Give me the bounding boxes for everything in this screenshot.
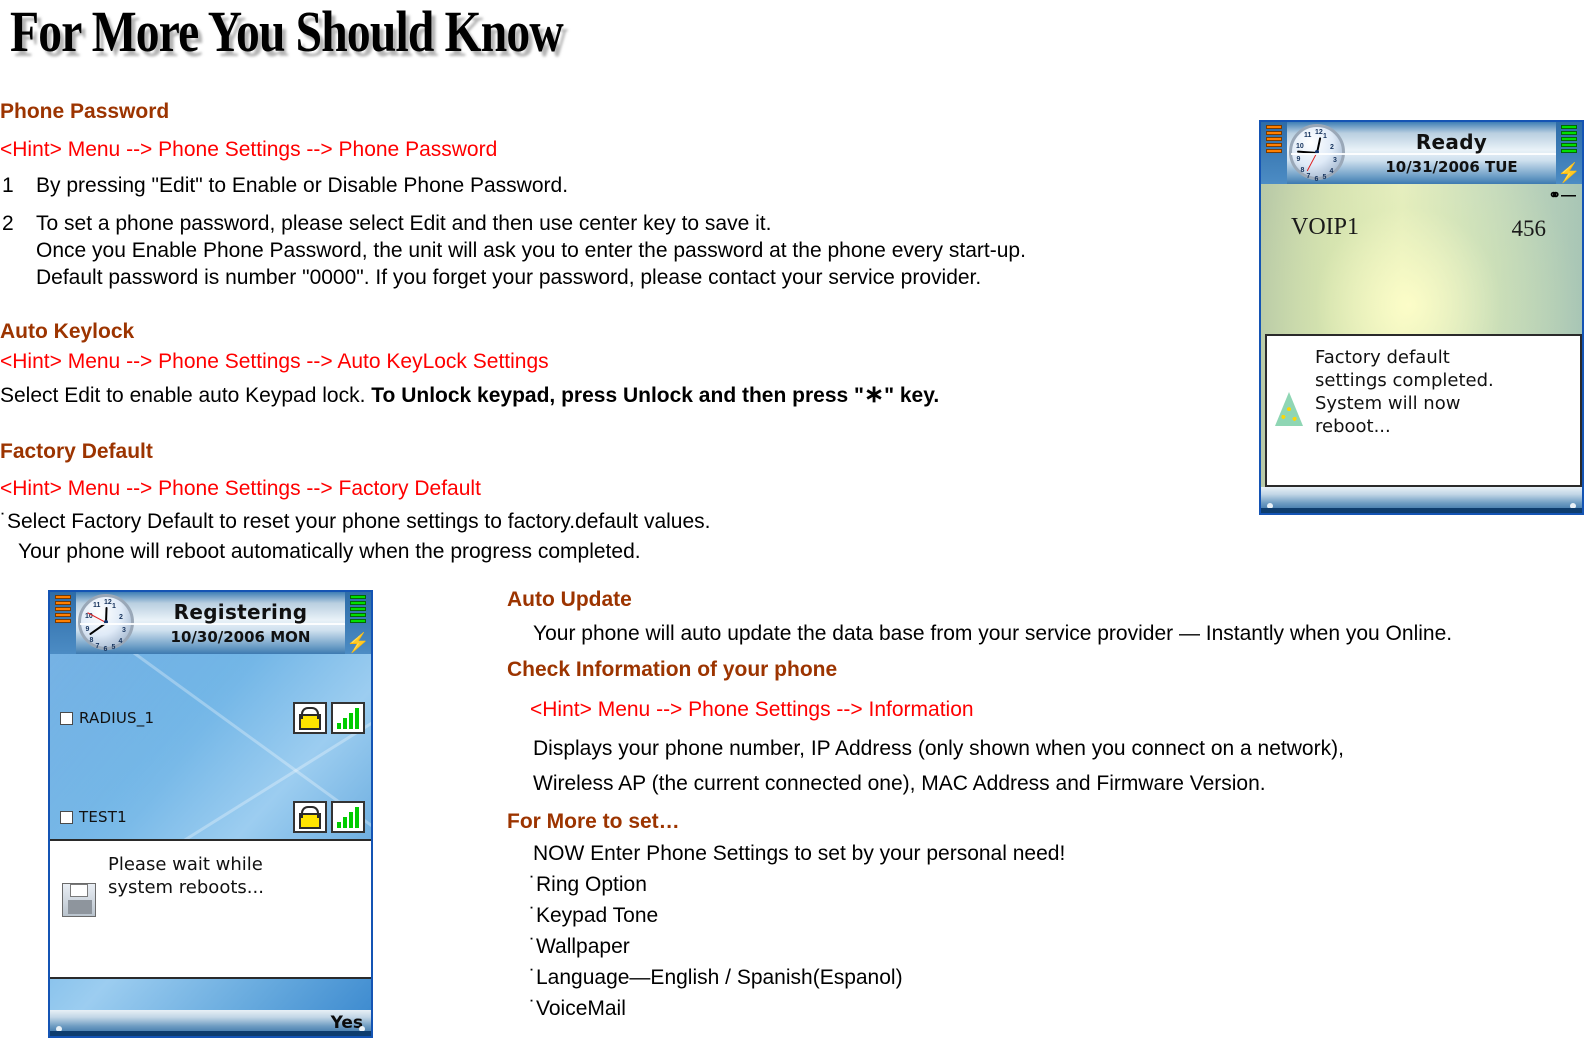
- auto-keylock-body-normal: Select Edit to enable auto Keypad lock.: [0, 384, 365, 407]
- auto-keylock-body-bold-1: To Unlock keypad, press Unlock and then …: [371, 384, 864, 407]
- clock-icon-2: 12 1 2 3 4 5 6 7 8 9 10 11: [78, 594, 134, 650]
- page-title: For More You Should Know: [10, 2, 563, 63]
- charging-bolt-icon-2: ⚡: [346, 634, 370, 653]
- section-heading-check-information: Check Information of your phone: [507, 658, 837, 682]
- signal-strength-icon: ׎: [1261, 122, 1287, 184]
- for-more-item-4: ˙VoiceMail: [529, 997, 626, 1021]
- list-item-2-line-1: To set a phone password, please select E…: [36, 212, 771, 236]
- phone-screenshot-ready: ׎ 12 1 2 3 4 5 6 7 8 9 10 11 Ready 10/31…: [1259, 120, 1584, 515]
- factory-default-line-1-text: Select Factory Default to reset your pho…: [7, 510, 710, 533]
- section-heading-factory-default: Factory Default: [0, 440, 153, 464]
- phone-ready-date-label: 10/31/2006 TUE: [1385, 158, 1517, 176]
- for-more-item-2: ˙Wallpaper: [529, 935, 630, 959]
- phone-ready-status-label: Ready: [1416, 130, 1487, 154]
- phone-ready-line-label: VOIP1: [1291, 214, 1359, 241]
- phone-ready-status-bar: ׎ 12 1 2 3 4 5 6 7 8 9 10 11 Ready 10/31…: [1261, 122, 1582, 184]
- bullet-tick-icon-0: ˙: [529, 873, 536, 896]
- lock-icon-1: [293, 801, 327, 833]
- for-more-item-1-text: Keypad Tone: [536, 904, 658, 927]
- list-item-2-line-3: Default password is number "0000". If yo…: [36, 266, 981, 290]
- phone-ready-dialog-line-1: settings completed.: [1315, 369, 1494, 392]
- for-more-intro: NOW Enter Phone Settings to set by your …: [533, 842, 1065, 866]
- factory-default-line-2: Your phone will reboot automatically whe…: [18, 540, 641, 564]
- charging-bolt-icon: ⚡: [1557, 164, 1581, 183]
- phone-screenshot-registering: ׎ 12 1 2 3 4 5 6 7 8 9 10 11 Registering…: [48, 590, 373, 1038]
- section-heading-auto-keylock: Auto Keylock: [0, 320, 134, 344]
- hint-check-information: <Hint> Menu --> Phone Settings --> Infor…: [530, 698, 974, 722]
- phone-reg-dialog: Please wait while system reboots...: [48, 839, 373, 979]
- signal-bars-icon-0: [331, 702, 365, 734]
- bullet-tick-icon-1: ˙: [529, 904, 536, 927]
- for-more-item-4-text: VoiceMail: [536, 997, 626, 1020]
- phone-ready-status-texts: Ready 10/31/2006 TUE: [1347, 122, 1556, 184]
- for-more-item-0: ˙Ring Option: [529, 873, 647, 897]
- phone-reg-dialog-line-0: Please wait while: [108, 853, 264, 876]
- asterisk-key-icon: ∗: [864, 381, 884, 408]
- factory-default-line-1: ˙Select Factory Default to reset your ph…: [0, 510, 710, 534]
- lock-icon-0: [293, 702, 327, 734]
- battery-icon-2: ⚡: [345, 592, 371, 654]
- phone-ready-dialog: Factory default settings completed. Syst…: [1265, 334, 1582, 487]
- signal-strength-icon-2: ׎: [50, 592, 76, 654]
- section-heading-auto-update: Auto Update: [507, 588, 632, 612]
- phone-reg-date-label: 10/30/2006 MON: [171, 628, 311, 646]
- bullet-tick-icon-2: ˙: [529, 935, 536, 958]
- wifi-list-item-0[interactable]: RADIUS_1: [60, 702, 365, 734]
- for-more-item-3: ˙Language—English / Spanish(Espanol): [529, 966, 903, 990]
- hint-phone-password: <Hint> Menu --> Phone Settings --> Phone…: [0, 138, 497, 162]
- clock-icon: 12 1 2 3 4 5 6 7 8 9 10 11: [1289, 124, 1345, 180]
- phone-ready-footer: [1261, 508, 1582, 513]
- wifi-checkbox-0[interactable]: [60, 712, 73, 725]
- hint-auto-keylock: <Hint> Menu --> Phone Settings --> Auto …: [0, 350, 549, 374]
- for-more-item-0-text: Ring Option: [536, 873, 647, 896]
- wifi-list-item-1[interactable]: TEST1: [60, 801, 365, 833]
- for-more-item-1: ˙Keypad Tone: [529, 904, 658, 928]
- wifi-name-1: TEST1: [79, 808, 127, 826]
- hint-factory-default: <Hint> Menu --> Phone Settings --> Facto…: [0, 477, 481, 501]
- key-icon: ⚭—: [1548, 188, 1576, 203]
- battery-icon: ⚡: [1556, 122, 1582, 184]
- signal-bars-icon-1: [331, 801, 365, 833]
- phone-ready-dialog-line-3: reboot...: [1315, 415, 1494, 438]
- phone-ready-dialog-line-2: System will now: [1315, 392, 1494, 415]
- list-item-2-line-2: Once you Enable Phone Password, the unit…: [36, 239, 1026, 263]
- bullet-tick-icon-3: ˙: [529, 966, 536, 989]
- section-heading-for-more-to-set: For More to set…: [507, 810, 680, 834]
- bullet-tick-icon: ˙: [0, 510, 7, 533]
- check-information-line-2: Wireless AP (the current connected one),…: [533, 772, 1266, 796]
- for-more-item-2-text: Wallpaper: [536, 935, 630, 958]
- auto-update-line-1: Your phone will auto update the data bas…: [533, 622, 1452, 646]
- phone-reg-status-texts: Registering 10/30/2006 MON: [136, 592, 345, 654]
- wifi-name-0: RADIUS_1: [79, 709, 154, 727]
- wifi-checkbox-1[interactable]: [60, 811, 73, 824]
- phone-reg-footer: [50, 1031, 371, 1036]
- auto-keylock-body: Select Edit to enable auto Keypad lock. …: [0, 380, 939, 409]
- phone-reg-status-label: Registering: [174, 600, 308, 624]
- softkey-yes[interactable]: Yes: [331, 1013, 371, 1033]
- section-heading-phone-password: Phone Password: [0, 100, 169, 124]
- list-item-1-line-1: By pressing "Edit" to Enable or Disable …: [36, 174, 568, 198]
- phone-ready-dialog-line-0: Factory default: [1315, 346, 1494, 369]
- auto-keylock-body-bold-2: " key.: [884, 384, 939, 407]
- wizard-hat-icon: [1275, 392, 1303, 426]
- bullet-tick-icon-4: ˙: [529, 997, 536, 1020]
- list-number-1: 1: [2, 174, 14, 198]
- phone-reg-status-bar: ׎ 12 1 2 3 4 5 6 7 8 9 10 11 Registering…: [50, 592, 371, 654]
- phone-ready-line-number: 456: [1512, 216, 1547, 242]
- floppy-disk-icon: [62, 883, 96, 917]
- phone-reg-dialog-line-1: system reboots...: [108, 876, 264, 899]
- check-information-line-1: Displays your phone number, IP Address (…: [533, 737, 1344, 761]
- list-number-2: 2: [2, 212, 14, 236]
- for-more-item-3-text: Language—English / Spanish(Espanol): [536, 966, 903, 989]
